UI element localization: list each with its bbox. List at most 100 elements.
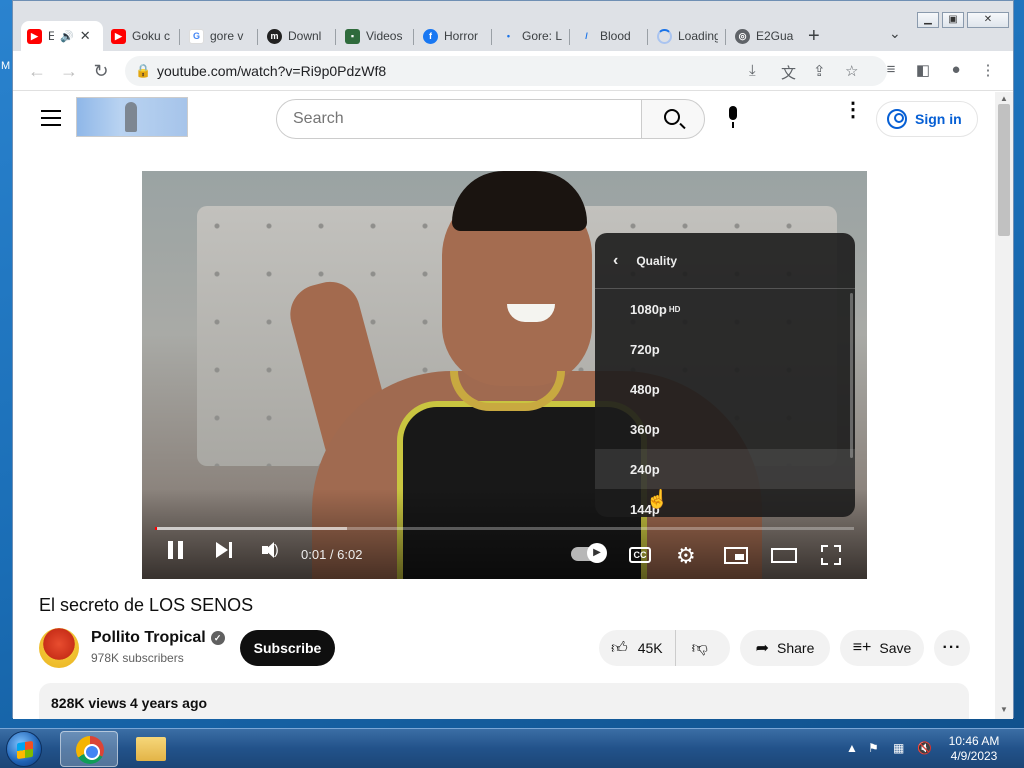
theater-mode-button[interactable] xyxy=(771,548,797,563)
system-clock[interactable]: 10:46 AM 4/9/2023 xyxy=(944,734,1004,764)
tab-6[interactable]: • Gore: L xyxy=(495,21,573,51)
desktop-edge-text: M xyxy=(1,60,11,72)
forward-arrow-icon[interactable]: → xyxy=(57,61,81,82)
clock-time: 10:46 AM xyxy=(948,734,1000,748)
settings-more-icon[interactable]: ⋮ xyxy=(843,100,863,120)
checkmark-icon: ✓ xyxy=(210,631,225,645)
subscribe-button[interactable]: Subscribe xyxy=(240,630,335,666)
autoplay-toggle[interactable] xyxy=(571,543,607,563)
translate-icon[interactable]: 文 xyxy=(781,62,796,83)
settings-gear-icon[interactable]: ⚙ xyxy=(676,543,696,569)
thumbs-down-icon: 👎︎ xyxy=(691,639,708,657)
channel-avatar[interactable] xyxy=(39,628,79,668)
tab-0[interactable]: ▶ E 🔊 ✕ xyxy=(21,21,103,51)
share-button[interactable]: ➦ Share xyxy=(740,630,830,666)
globe-icon: ◎ xyxy=(735,28,750,44)
save-button[interactable]: ≡+ Save xyxy=(840,630,924,666)
sign-in-button[interactable]: Sign in xyxy=(876,101,978,137)
side-panel-icon[interactable]: ◧ xyxy=(911,61,935,79)
facebook-icon: f xyxy=(423,28,438,44)
close-icon[interactable]: ✕ xyxy=(80,28,91,44)
tab-1[interactable]: ▶ Goku c xyxy=(105,21,183,51)
quality-option-1080p[interactable]: 1080p HD xyxy=(595,289,855,329)
tab-separator xyxy=(569,29,570,45)
quality-option-144p[interactable]: 144p xyxy=(595,489,855,517)
youtube-icon: ▶ xyxy=(111,28,126,44)
taskbar-explorer[interactable] xyxy=(122,731,180,767)
profile-icon[interactable]: ● xyxy=(944,61,968,78)
action-center-icon[interactable]: ⚑ xyxy=(868,741,879,755)
scroll-down-icon[interactable]: ▼ xyxy=(1000,705,1008,714)
page-scrollbar[interactable]: ▲ ▼ xyxy=(995,92,1013,719)
hamburger-menu-icon[interactable] xyxy=(41,110,61,131)
video-title: El secreto de LOS SENOS xyxy=(39,595,254,615)
description-box[interactable]: 828K views 4 years ago xyxy=(39,683,969,719)
slash-icon: / xyxy=(585,31,588,41)
share-page-icon[interactable]: ⇪ xyxy=(813,62,826,80)
url-text[interactable]: youtube.com/watch?v=Ri9p0PdzWf8 xyxy=(157,63,386,79)
close-window-button[interactable]: ✕ xyxy=(967,12,1009,28)
reload-icon[interactable]: ↻ xyxy=(89,61,113,82)
clock-date: 4/9/2023 xyxy=(950,749,998,763)
speaker-icon[interactable]: 🔊 xyxy=(60,30,74,43)
start-button[interactable] xyxy=(6,731,42,767)
maximize-button[interactable]: ▣ xyxy=(942,12,964,28)
minimize-button[interactable]: ▁ xyxy=(917,12,939,28)
tab-8[interactable]: Loading xyxy=(651,21,729,51)
network-icon[interactable]: ▦ xyxy=(893,741,904,755)
youtube-icon: ▶ xyxy=(27,28,42,44)
show-hidden-icons-icon[interactable]: ▲ xyxy=(846,741,858,755)
microphone-icon[interactable] xyxy=(723,106,743,130)
volume-muted-icon[interactable]: 🔇 xyxy=(917,741,932,755)
tab-title: Gore: L xyxy=(522,29,562,43)
search-button[interactable] xyxy=(641,99,705,139)
search-input[interactable]: Search xyxy=(276,99,642,139)
tab-title: Horror xyxy=(444,29,479,43)
tab-9[interactable]: ◎ E2Gua xyxy=(729,21,807,51)
tab-search-chevron-icon[interactable]: ⌄ xyxy=(889,25,901,42)
chevron-left-icon[interactable]: ‹ xyxy=(613,252,618,270)
channel-banner-logo[interactable] xyxy=(76,97,188,137)
tab-title: E2Gua xyxy=(756,29,794,43)
back-arrow-icon[interactable]: ← xyxy=(25,61,49,82)
bookmark-star-icon[interactable]: ☆ xyxy=(845,62,858,80)
quality-option-360p[interactable]: 360p xyxy=(595,409,855,449)
more-actions-button[interactable]: ··· xyxy=(934,630,970,666)
spinner-icon xyxy=(657,28,672,44)
next-video-button[interactable] xyxy=(216,541,234,559)
new-tab-button[interactable]: + xyxy=(808,25,820,48)
fullscreen-button[interactable] xyxy=(821,545,841,565)
tab-4[interactable]: ▪ Videos xyxy=(339,21,417,51)
taskbar-chrome[interactable] xyxy=(60,731,118,767)
dislike-button[interactable]: 👎︎ xyxy=(676,639,724,658)
browser-menu-icon[interactable]: ⋮ xyxy=(976,61,1000,79)
pause-button[interactable] xyxy=(168,541,188,564)
quality-menu-header[interactable]: ‹ Quality xyxy=(595,233,855,289)
scroll-up-icon[interactable]: ▲ xyxy=(1000,94,1008,103)
youtube-page: Search ⋮ Sign in) 0:01 / 6:02 ▶ CC ⚙ ‹ … xyxy=(13,92,995,719)
tab-title: Goku c xyxy=(132,29,171,43)
media-queue-icon[interactable]: ≡ xyxy=(879,61,903,78)
tab-3[interactable]: m Downl xyxy=(261,21,339,51)
quality-option-480p[interactable]: 480p xyxy=(595,369,855,409)
scroll-thumb[interactable] xyxy=(998,104,1010,236)
tab-5[interactable]: f Horror xyxy=(417,21,495,51)
captions-button[interactable]: CC xyxy=(629,547,651,563)
progress-bar[interactable] xyxy=(155,527,854,530)
address-bar[interactable]: 🔒 youtube.com/watch?v=Ri9p0PdzWf8 ⤓ 文 ⇪ … xyxy=(125,56,887,86)
like-button[interactable]: 👍︎ 45K xyxy=(599,630,676,666)
folder-icon xyxy=(136,737,166,761)
tab-7[interactable]: / Blood xyxy=(573,21,651,51)
lock-icon[interactable]: 🔒 xyxy=(135,63,151,79)
account-icon xyxy=(887,109,907,129)
quality-option-240p[interactable]: 240p xyxy=(595,449,855,489)
video-player[interactable]: ) 0:01 / 6:02 CC ⚙ ‹ Quality 1080pHD xyxy=(142,171,867,579)
menu-scrollbar[interactable] xyxy=(850,293,853,458)
tab-2[interactable]: G gore v xyxy=(183,21,261,51)
volume-icon[interactable]: ) xyxy=(262,541,282,559)
channel-name[interactable]: Pollito Tropical ✓ xyxy=(91,629,225,647)
miniplayer-button[interactable] xyxy=(724,547,748,564)
thumbs-up-icon: 👍︎ xyxy=(611,639,628,657)
install-app-icon[interactable]: ⤓ xyxy=(749,62,756,79)
quality-option-720p[interactable]: 720p xyxy=(595,329,855,369)
